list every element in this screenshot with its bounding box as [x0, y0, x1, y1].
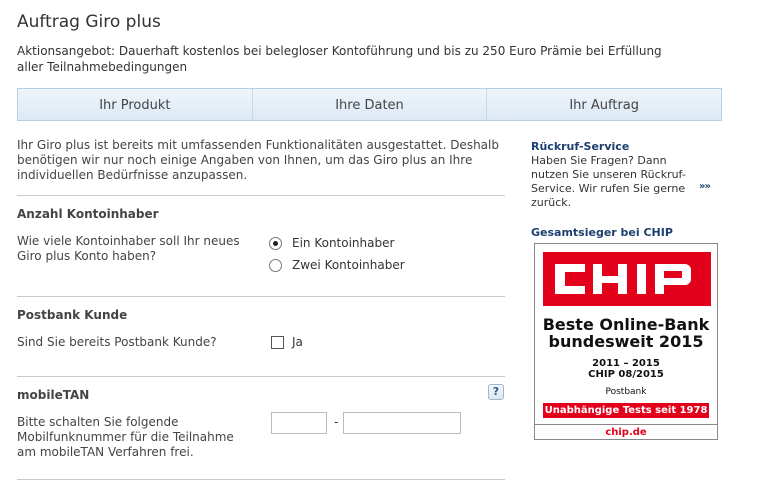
step-product[interactable]: Ihr Produkt	[18, 89, 253, 120]
badge-url[interactable]: chip.de	[535, 427, 717, 438]
chip-award-badge: Beste Online-Bank bundesweit 2015 2011 –…	[534, 243, 718, 440]
section-title-customer: Postbank Kunde	[17, 308, 128, 322]
radio-label-two-holders: Zwei Kontoinhaber	[292, 258, 405, 272]
radio-two-holders[interactable]: Zwei Kontoinhaber	[269, 258, 405, 272]
checkbox-existing-customer[interactable]: Ja	[271, 335, 303, 349]
phone-separator: -	[334, 415, 339, 429]
badge-bank: Postbank	[605, 387, 647, 397]
mobiletan-question: Bitte schalten Sie folgende Mobilfunknum…	[17, 415, 234, 459]
badge-banner: Unabhängige Tests seit 1978	[543, 403, 709, 418]
divider	[17, 479, 505, 480]
phone-prefix-input[interactable]	[271, 412, 327, 434]
callback-text: Haben Sie Fragen? Dann nutzen Sie unsere…	[531, 154, 686, 209]
section-title-holders: Anzahl Kontoinhaber	[17, 207, 159, 221]
help-icon[interactable]: ?	[488, 384, 504, 400]
badge-divider	[535, 424, 717, 425]
step-data[interactable]: Ihre Daten	[253, 89, 488, 120]
checkbox-label: Ja	[292, 335, 303, 349]
divider	[17, 296, 505, 297]
promo-text: Aktionsangebot: Dauerhaft kostenlos bei …	[17, 44, 662, 74]
chip-logo	[543, 252, 711, 306]
radio-button-checked[interactable]	[269, 236, 282, 250]
holders-question: Wie viele Kontoinhaber soll Ihr neues Gi…	[17, 234, 240, 263]
badge-issue: CHIP 08/2015	[588, 369, 664, 380]
section-title-mobiletan: mobileTAN	[17, 388, 90, 402]
phone-number-input[interactable]	[343, 412, 461, 434]
progress-steps: Ihr Produkt Ihre Daten Ihr Auftrag	[17, 88, 722, 121]
badge-headline-1: Beste Online-Bank	[542, 315, 710, 334]
chip-logo-graphic	[543, 252, 711, 306]
intro-text: Ihr Giro plus ist bereits mit umfassende…	[17, 138, 499, 182]
step-order[interactable]: Ihr Auftrag	[487, 89, 721, 120]
divider	[17, 376, 505, 377]
callback-arrow-link[interactable]: »»	[699, 181, 711, 192]
badge-headline-2: bundesweit 2015	[548, 332, 704, 351]
page-title: Auftrag Giro plus	[17, 12, 161, 32]
customer-question: Sind Sie bereits Postbank Kunde?	[17, 335, 217, 349]
radio-label-one-holder: Ein Kontoinhaber	[292, 236, 395, 250]
checkbox[interactable]	[271, 335, 284, 349]
radio-one-holder[interactable]: Ein Kontoinhaber	[269, 236, 394, 250]
award-title: Gesamtsieger bei CHIP	[531, 226, 673, 239]
radio-button[interactable]	[269, 258, 282, 272]
divider	[17, 195, 505, 196]
callback-title[interactable]: Rückruf-Service	[531, 140, 629, 153]
